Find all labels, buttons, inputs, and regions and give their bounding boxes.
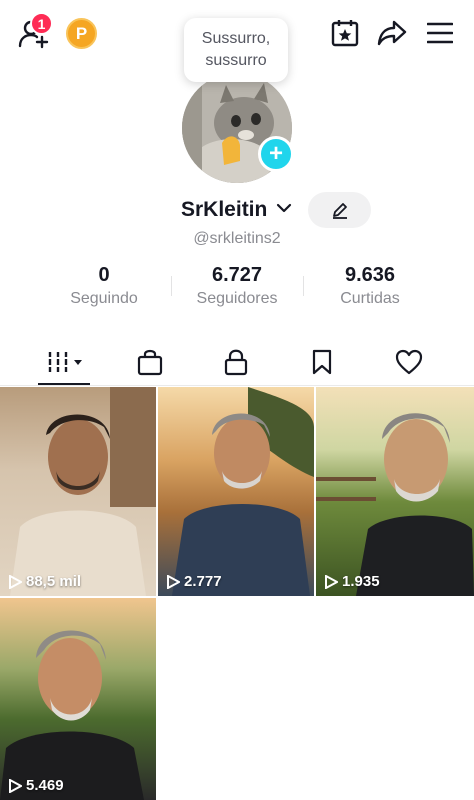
tab-liked[interactable] [362,338,456,386]
video-thumbnail [10,387,156,596]
share-arrow-icon [377,20,407,46]
menu-button[interactable] [426,20,454,46]
calendar-star-icon [331,20,359,47]
tab-private[interactable] [189,338,283,386]
stat-followers[interactable]: 6.727 Seguidores [167,262,307,310]
note-line-1: Sussurro, [201,30,271,47]
videos-grid-icon [46,352,82,372]
video-tile[interactable]: 88,5 mil [0,387,156,596]
view-count: 2.777 [166,573,222,590]
video-tile[interactable]: 1.935 [316,387,474,596]
stat-label: Curtidas [340,290,400,307]
user-handle: @srkleitins2 [193,230,281,247]
tab-videos[interactable] [17,338,111,386]
coins-button[interactable]: P [66,18,97,49]
pencil-icon [332,203,347,219]
profile-stats: 0 Seguindo 6.727 Seguidores 9.636 Curtid… [0,262,474,312]
stat-likes[interactable]: 9.636 Curtidas [300,262,440,310]
stat-value: 6.727 [211,264,263,286]
play-icon [325,574,338,589]
view-count: 5.469 [8,777,64,794]
shopping-bag-icon [137,349,163,376]
video-thumbnail [172,387,314,596]
video-thumbnail [0,630,144,800]
play-icon [9,778,22,793]
view-count-text: 88,5 mil [26,573,82,590]
active-tab-indicator [38,383,90,385]
calendar-button[interactable] [330,18,360,48]
chevron-down-icon[interactable] [276,202,292,214]
bookmark-icon [312,349,332,375]
play-icon [167,574,180,589]
stat-following[interactable]: 0 Seguindo [34,262,174,310]
video-tile[interactable]: 2.777 [158,387,314,596]
stat-value: 0 [98,264,110,286]
view-count-text: 1.935 [342,573,380,590]
add-avatar-story-button[interactable]: + [258,136,294,172]
view-count: 88,5 mil [8,573,81,590]
tab-shop[interactable] [103,338,197,386]
stat-label: Seguidores [196,290,278,307]
hamburger-menu-icon [427,22,453,44]
play-icon [9,574,22,589]
username[interactable]: SrKleitin [181,198,267,222]
heart-icon [395,349,423,375]
share-button[interactable] [376,18,408,48]
view-count: 1.935 [324,573,380,590]
profile-tabs [0,338,474,386]
stat-value: 9.636 [344,264,396,286]
edit-profile-button[interactable] [308,192,371,228]
video-tile[interactable]: 5.469 [0,598,156,800]
tab-saved[interactable] [275,338,369,386]
lock-icon [224,349,248,376]
profile-note-bubble[interactable]: Sussurro, sussurro [184,18,288,82]
username-row: SrKleitin [0,192,474,228]
video-thumbnail [316,413,474,596]
view-count-text: 2.777 [184,573,222,590]
plus-icon: + [268,140,283,167]
notification-badge: 1 [30,12,53,35]
view-count-text: 5.469 [26,777,64,794]
note-line-2: sussurro [205,52,267,69]
stat-label: Seguindo [70,290,138,307]
